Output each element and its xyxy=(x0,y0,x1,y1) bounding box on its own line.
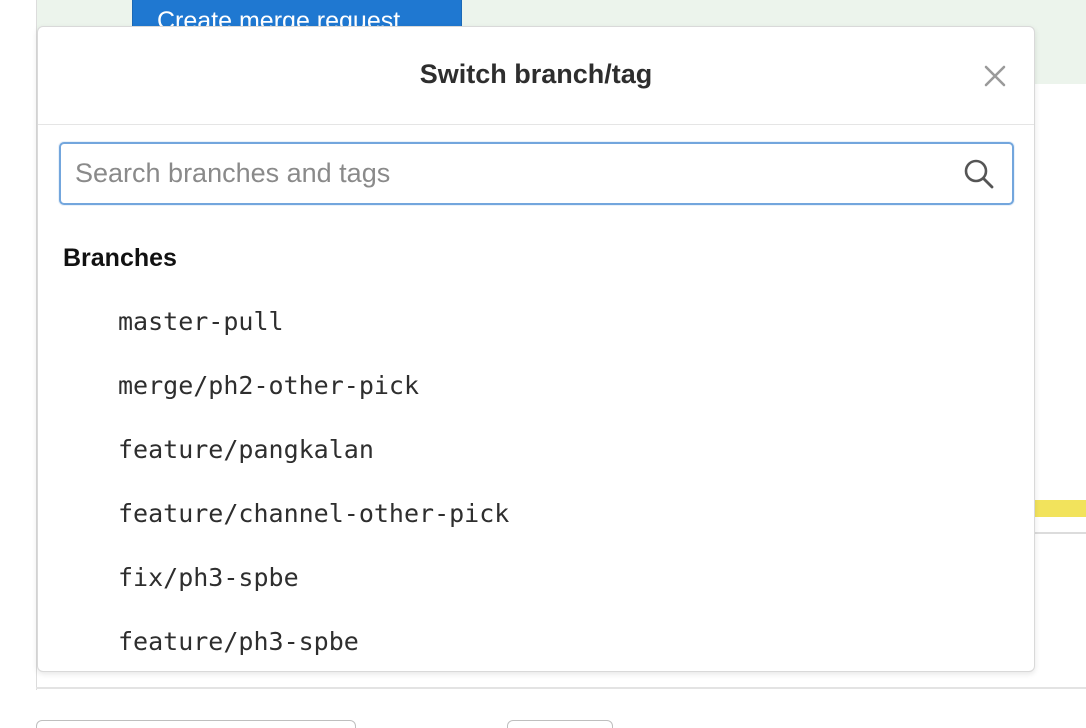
dropdown-header: Switch branch/tag xyxy=(38,27,1034,125)
search-icon[interactable] xyxy=(963,158,995,190)
branch-item[interactable]: feature/ph3-spbe xyxy=(38,617,1034,671)
background-button[interactable] xyxy=(507,720,613,728)
switch-branch-dropdown: Switch branch/tag Branches master-pull m… xyxy=(37,26,1035,672)
branch-item[interactable]: merge/ph2-other-pick xyxy=(38,361,1034,425)
background-button[interactable] xyxy=(36,720,356,728)
close-icon[interactable] xyxy=(980,61,1010,91)
branch-item[interactable]: feature/pangkalan xyxy=(38,425,1034,489)
content-divider xyxy=(36,687,1086,689)
branch-item[interactable]: master-pull xyxy=(38,297,1034,361)
page: Create merge request Switch branch/tag B… xyxy=(0,0,1086,728)
branch-item[interactable]: fix/ph3-spbe xyxy=(38,553,1034,617)
branches-section-header: Branches xyxy=(63,244,177,272)
branch-list: master-pull merge/ph2-other-pick feature… xyxy=(38,297,1034,671)
dropdown-title: Switch branch/tag xyxy=(419,59,653,89)
search-input[interactable] xyxy=(61,144,941,203)
branch-item[interactable]: feature/channel-other-pick xyxy=(38,489,1034,553)
search-field xyxy=(59,142,1014,205)
